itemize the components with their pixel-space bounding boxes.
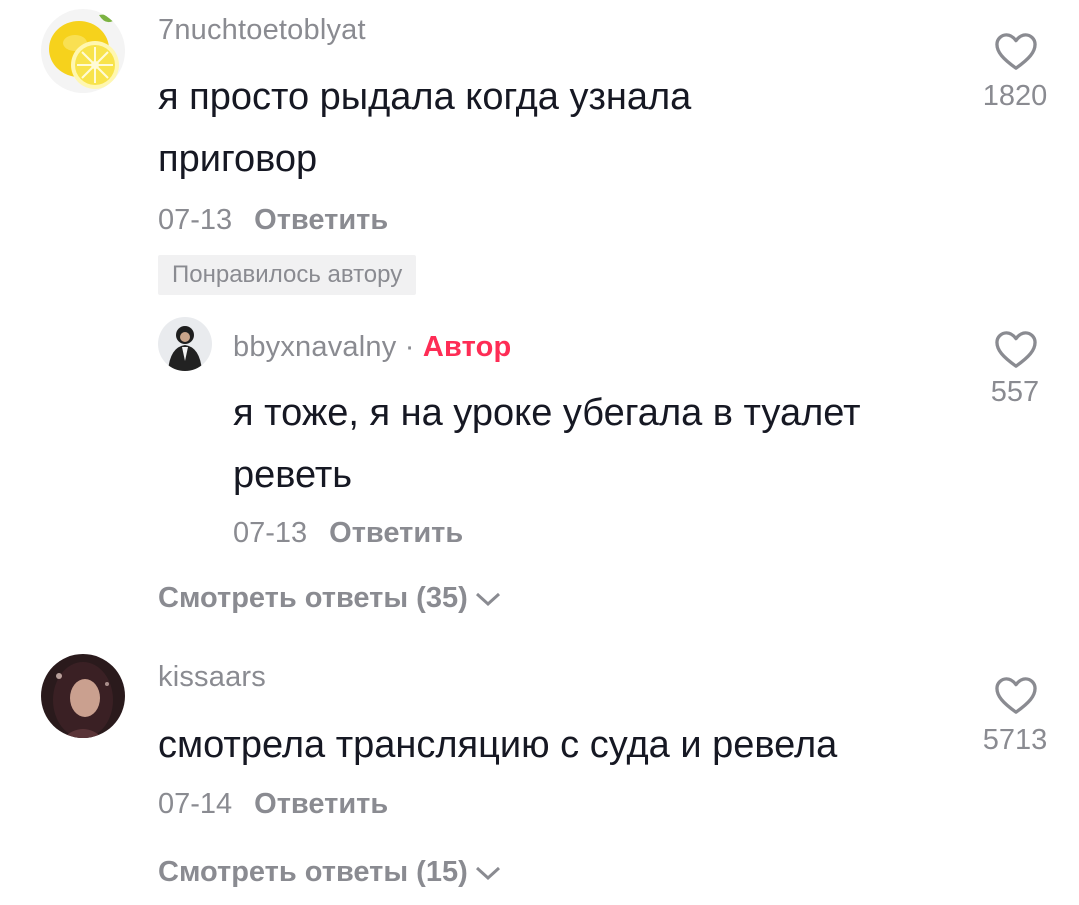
heart-icon[interactable] bbox=[993, 676, 1039, 716]
view-replies-button[interactable]: Смотреть ответы (35) bbox=[158, 582, 502, 615]
like-button[interactable] bbox=[993, 676, 1039, 721]
comment-username[interactable]: kissaars bbox=[158, 661, 266, 694]
reply-button[interactable]: Ответить bbox=[329, 517, 463, 549]
comment-date: 07-13 bbox=[158, 204, 233, 236]
liked-by-author-badge: Понравилось автору bbox=[158, 255, 417, 295]
view-replies-label: Смотреть ответы (35) bbox=[158, 582, 468, 614]
username-separator: · bbox=[404, 331, 415, 363]
comment-username[interactable]: 7nuchtoetoblyat bbox=[158, 14, 366, 47]
like-count: 557 bbox=[990, 376, 1040, 408]
chevron-down-icon bbox=[475, 593, 500, 607]
person-photo-avatar-icon bbox=[41, 654, 125, 738]
reply-username[interactable]: bbyxnavalny bbox=[233, 331, 396, 363]
like-button[interactable] bbox=[993, 32, 1039, 77]
comment-text: я просто рыдала когда узнала приговор bbox=[158, 76, 692, 180]
reply-button[interactable]: Ответить bbox=[254, 204, 388, 236]
comment-date: 07-14 bbox=[158, 788, 233, 820]
comment-text: смотрела трансляцию с суда и ревела bbox=[158, 724, 838, 766]
view-replies-label: Смотреть ответы (15) bbox=[158, 856, 468, 888]
reply-text: я тоже, я на уроке убегала в туалет реве… bbox=[233, 392, 861, 496]
person-avatar-icon bbox=[158, 317, 212, 371]
like-button[interactable] bbox=[993, 330, 1039, 375]
avatar-kissaars[interactable] bbox=[41, 654, 125, 738]
comment-meta: 07-14 Ответить bbox=[158, 788, 388, 821]
heart-icon[interactable] bbox=[993, 330, 1039, 370]
lemon-avatar-icon bbox=[41, 9, 125, 93]
chevron-down-icon bbox=[475, 867, 500, 881]
like-count: 1820 bbox=[982, 80, 1048, 112]
comment-meta: 07-13 Ответить bbox=[158, 204, 388, 237]
reply-button[interactable]: Ответить bbox=[254, 788, 388, 820]
like-count: 5713 bbox=[982, 724, 1048, 756]
avatar-bbyxnavalny[interactable] bbox=[158, 317, 212, 371]
heart-icon[interactable] bbox=[993, 32, 1039, 72]
author-badge: Автор bbox=[422, 331, 512, 363]
reply-username-line: bbyxnavalny · Автор bbox=[233, 331, 511, 364]
view-replies-button[interactable]: Смотреть ответы (15) bbox=[158, 856, 502, 889]
avatar-lemon[interactable] bbox=[41, 9, 125, 93]
reply-meta: 07-13 Ответить bbox=[233, 517, 463, 550]
reply-date: 07-13 bbox=[233, 517, 308, 549]
